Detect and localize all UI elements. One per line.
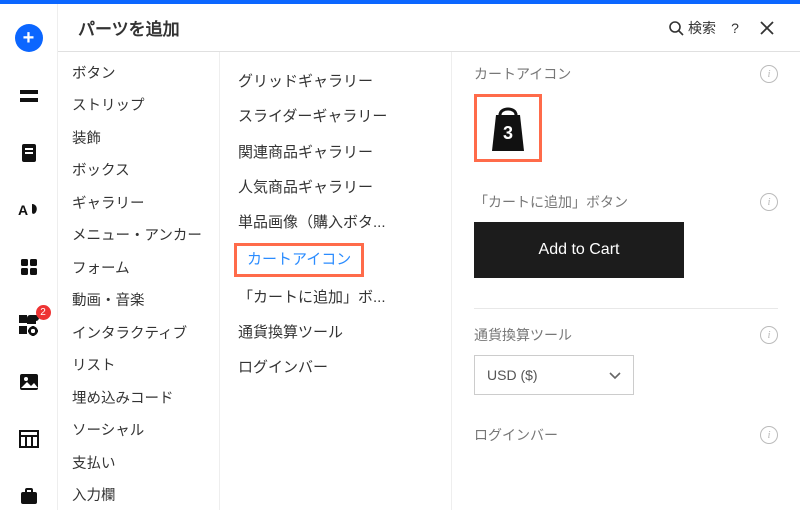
currency-section-title: 通貨換算ツール xyxy=(474,325,760,345)
category-item[interactable]: ギャラリー xyxy=(58,188,219,220)
currency-select[interactable]: USD ($) xyxy=(474,355,634,395)
close-icon xyxy=(760,21,774,35)
subcategory-item[interactable]: 関連商品ギャラリー xyxy=(220,135,451,170)
currency-value: USD ($) xyxy=(487,367,538,383)
apps-icon[interactable] xyxy=(15,254,43,281)
loginbar-section-title: ログインバー xyxy=(474,425,760,445)
preview-column: カートアイコン i 3 「カートに追加」ボタン i xyxy=(452,52,800,510)
chevron-down-icon xyxy=(609,367,621,383)
subcategory-item[interactable]: 「カートに追加」ボ... xyxy=(220,280,451,315)
category-item[interactable]: メニュー・アンカー xyxy=(58,220,219,252)
sections-icon[interactable] xyxy=(15,82,43,109)
left-icon-rail: + A 2 xyxy=(0,4,58,510)
category-item[interactable]: インタラクティブ xyxy=(58,318,219,350)
subcategory-item[interactable]: 単品画像（購入ボタ... xyxy=(220,205,451,240)
addcart-section-title: 「カートに追加」ボタン xyxy=(474,192,760,212)
info-icon[interactable]: i xyxy=(760,65,778,83)
panel-title: パーツを追加 xyxy=(78,15,668,40)
category-item[interactable]: フォーム xyxy=(58,253,219,285)
subcategory-item[interactable]: カートアイコン xyxy=(220,240,451,279)
subcategory-item[interactable]: 人気商品ギャラリー xyxy=(220,170,451,205)
notification-badge: 2 xyxy=(36,305,51,320)
layout-icon[interactable] xyxy=(15,426,43,453)
subcategory-item[interactable]: 通貨換算ツール xyxy=(220,315,451,350)
business-icon[interactable] xyxy=(15,483,43,510)
media-icon[interactable] xyxy=(15,368,43,395)
subcategory-item[interactable]: グリッドギャラリー xyxy=(220,64,451,99)
category-item[interactable]: ソーシャル xyxy=(58,415,219,447)
add-to-cart-preview-button[interactable]: Add to Cart xyxy=(474,222,684,278)
search-label: 検索 xyxy=(688,18,716,38)
info-icon[interactable]: i xyxy=(760,193,778,211)
category-item[interactable]: ボックス xyxy=(58,155,219,187)
search-icon xyxy=(668,20,684,36)
close-button[interactable] xyxy=(754,21,780,35)
plus-icon: + xyxy=(15,24,43,52)
category-item[interactable]: 装飾 xyxy=(58,123,219,155)
cart-icon-section-title: カートアイコン xyxy=(474,64,760,84)
cart-icon-preview[interactable]: 3 xyxy=(474,94,542,162)
category-list: ボタンストリップ装飾ボックスギャラリーメニュー・アンカーフォーム動画・音楽インタ… xyxy=(58,52,220,510)
add-button[interactable]: + xyxy=(15,24,43,52)
shopping-bag-icon: 3 xyxy=(486,103,530,153)
subcategory-list: グリッドギャラリースライダーギャラリー関連商品ギャラリー人気商品ギャラリー単品画… xyxy=(220,52,452,510)
help-button[interactable]: ? xyxy=(722,20,748,36)
app-market-icon[interactable]: 2 xyxy=(15,311,43,338)
subcategory-item[interactable]: スライダーギャラリー xyxy=(220,99,451,134)
category-item[interactable]: 支払い xyxy=(58,448,219,480)
info-icon[interactable]: i xyxy=(760,426,778,444)
panel-header: パーツを追加 検索 ? xyxy=(58,4,800,52)
category-item[interactable]: 埋め込みコード xyxy=(58,383,219,415)
category-item[interactable]: リスト xyxy=(58,350,219,382)
page-icon[interactable] xyxy=(15,139,43,166)
category-item[interactable]: ストリップ xyxy=(58,90,219,122)
svg-text:A: A xyxy=(18,202,28,218)
subcategory-item[interactable]: ログインバー xyxy=(220,350,451,385)
svg-text:3: 3 xyxy=(503,123,513,143)
search-button[interactable]: 検索 xyxy=(668,18,716,38)
category-item[interactable]: 入力欄 xyxy=(58,480,219,510)
info-icon[interactable]: i xyxy=(760,326,778,344)
theme-icon[interactable]: A xyxy=(15,197,43,224)
category-item[interactable]: ボタン xyxy=(58,58,219,90)
category-item[interactable]: 動画・音楽 xyxy=(58,285,219,317)
section-divider xyxy=(474,308,778,309)
